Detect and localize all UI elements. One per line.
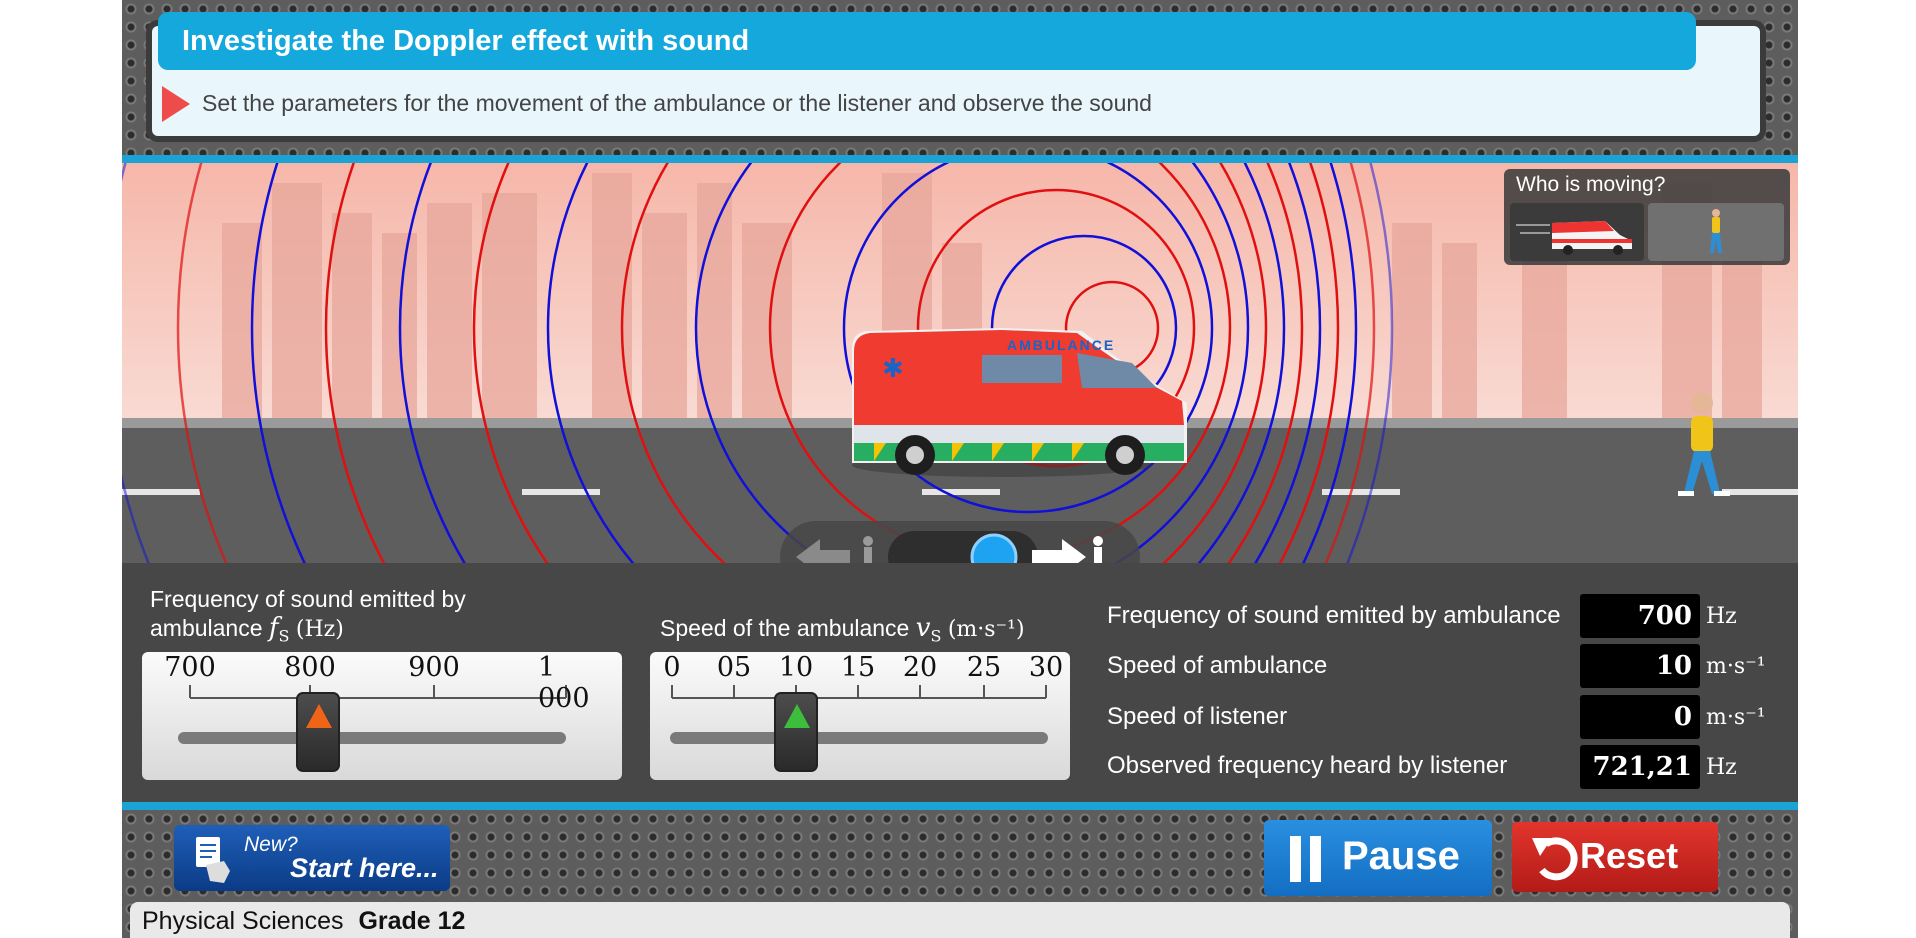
- arrow-left-icon: [796, 539, 850, 563]
- frequency-label-line2: ambulance fS (Hz): [150, 614, 466, 651]
- instruction-text: Set the parameters for the movement of t…: [202, 90, 1152, 116]
- triangle-up-icon: [306, 704, 332, 728]
- arrow-right-icon: [1032, 539, 1086, 563]
- footer-divider: [122, 802, 1798, 810]
- speed-tick-label: 25: [966, 652, 1002, 683]
- speed-tick-label: 15: [840, 652, 876, 683]
- speed-slider-label: Speed of the ambulance vS (m·s⁻¹): [660, 614, 1025, 651]
- speed-tick-label: 30: [1028, 652, 1064, 683]
- star-of-life-icon: ✱: [882, 354, 904, 384]
- readout-unit-emitted-frequency: Hz: [1706, 604, 1737, 629]
- frequency-tick-label: 700: [164, 652, 216, 683]
- speed-tick-label: 0: [663, 652, 681, 683]
- readout-value-listener-speed: 0: [1580, 695, 1700, 739]
- who-is-moving-panel: Who is moving?: [1504, 169, 1790, 265]
- header-divider: [122, 155, 1798, 163]
- readout-value-observed-frequency: 721,21: [1580, 745, 1700, 789]
- speed-slider-thumb[interactable]: [774, 692, 818, 772]
- speed-tick-label: 20: [902, 652, 938, 683]
- who-is-moving-label: Who is moving?: [1516, 173, 1666, 196]
- speed-tick-label: 05: [716, 652, 752, 683]
- start-here-button[interactable]: New? Start here...: [174, 825, 450, 891]
- speed-subscript: S: [930, 626, 942, 646]
- speed-tick-label: 10: [778, 652, 814, 683]
- frequency-slider-label: Frequency of sound emitted by ambulance …: [150, 585, 466, 651]
- speed-symbol: v: [915, 613, 931, 643]
- speed-label-text: Speed of the ambulance: [660, 615, 910, 641]
- simulation-app: Investigate the Doppler effect with soun…: [122, 0, 1798, 938]
- undo-arrow-icon: [1532, 837, 1578, 881]
- ambulance: ✱ AMBULANCE: [852, 328, 1187, 477]
- frequency-tick-label: 1 000: [538, 652, 590, 714]
- hand-document-icon: [196, 837, 230, 883]
- page-title: Investigate the Doppler effect with soun…: [158, 12, 1696, 70]
- subject-label: Physical Sciences: [142, 907, 344, 935]
- triangle-up-icon: [784, 704, 810, 728]
- readout-unit-listener-speed: m·s⁻¹: [1706, 705, 1766, 730]
- reset-label: Reset: [1580, 835, 1679, 876]
- frequency-tick-label: 800: [284, 652, 336, 683]
- instruction-arrow-icon: [162, 86, 190, 122]
- pause-button[interactable]: Pause: [1264, 820, 1492, 896]
- pause-label: Pause: [1342, 834, 1460, 878]
- frequency-label-word: ambulance: [150, 615, 263, 641]
- listener-left-icon: [864, 547, 872, 563]
- simulation-scene: ✱ AMBULANCE Who is moving?: [122, 163, 1798, 563]
- frequency-unit: (Hz): [295, 617, 344, 642]
- frequency-slider-thumb[interactable]: [296, 692, 340, 772]
- ambulance-icon: [1516, 221, 1632, 255]
- course-info-bar: Physical Sciences Grade 12: [130, 902, 1790, 938]
- header: Investigate the Doppler effect with soun…: [122, 0, 1798, 155]
- ambulance-text: AMBULANCE: [1007, 337, 1115, 353]
- speed-unit: (m·s⁻¹): [947, 617, 1025, 642]
- readout-label-emitted-frequency: Frequency of sound emitted by ambulance: [1107, 602, 1561, 629]
- direction-toggle[interactable]: [780, 521, 1140, 563]
- readout-unit-observed-frequency: Hz: [1706, 755, 1737, 780]
- listener-icon: [1710, 209, 1722, 253]
- footer: New? Start here... Pause Reset Physical …: [122, 810, 1798, 938]
- frequency-subscript: S: [278, 626, 290, 646]
- readout-label-observed-frequency: Observed frequency heard by listener: [1107, 752, 1508, 779]
- speed-slider[interactable]: 0 05 10 15 20 25 30: [650, 652, 1070, 780]
- listener-right-icon: [1094, 547, 1102, 563]
- frequency-slider[interactable]: 700 800 900 1 000: [142, 652, 622, 780]
- readout-value-emitted-frequency: 700: [1580, 594, 1700, 638]
- readout-unit-ambulance-speed: m·s⁻¹: [1706, 654, 1766, 679]
- grade-label: Grade 12: [358, 907, 466, 935]
- moving-listener-button[interactable]: [1648, 203, 1784, 261]
- frequency-symbol: f: [268, 613, 279, 643]
- readout-label-listener-speed: Speed of listener: [1107, 703, 1288, 730]
- reset-button[interactable]: Reset: [1512, 822, 1718, 892]
- pause-icon: [1290, 836, 1321, 882]
- start-here-label: Start here...: [290, 853, 439, 883]
- direction-toggle-graphic: [796, 531, 1103, 563]
- readout-value-ambulance-speed: 10: [1580, 644, 1700, 688]
- readout-label-ambulance-speed: Speed of ambulance: [1107, 652, 1328, 679]
- frequency-tick-label: 900: [408, 652, 460, 683]
- moving-ambulance-button[interactable]: [1510, 203, 1644, 261]
- frequency-label-line1: Frequency of sound emitted by: [150, 586, 466, 612]
